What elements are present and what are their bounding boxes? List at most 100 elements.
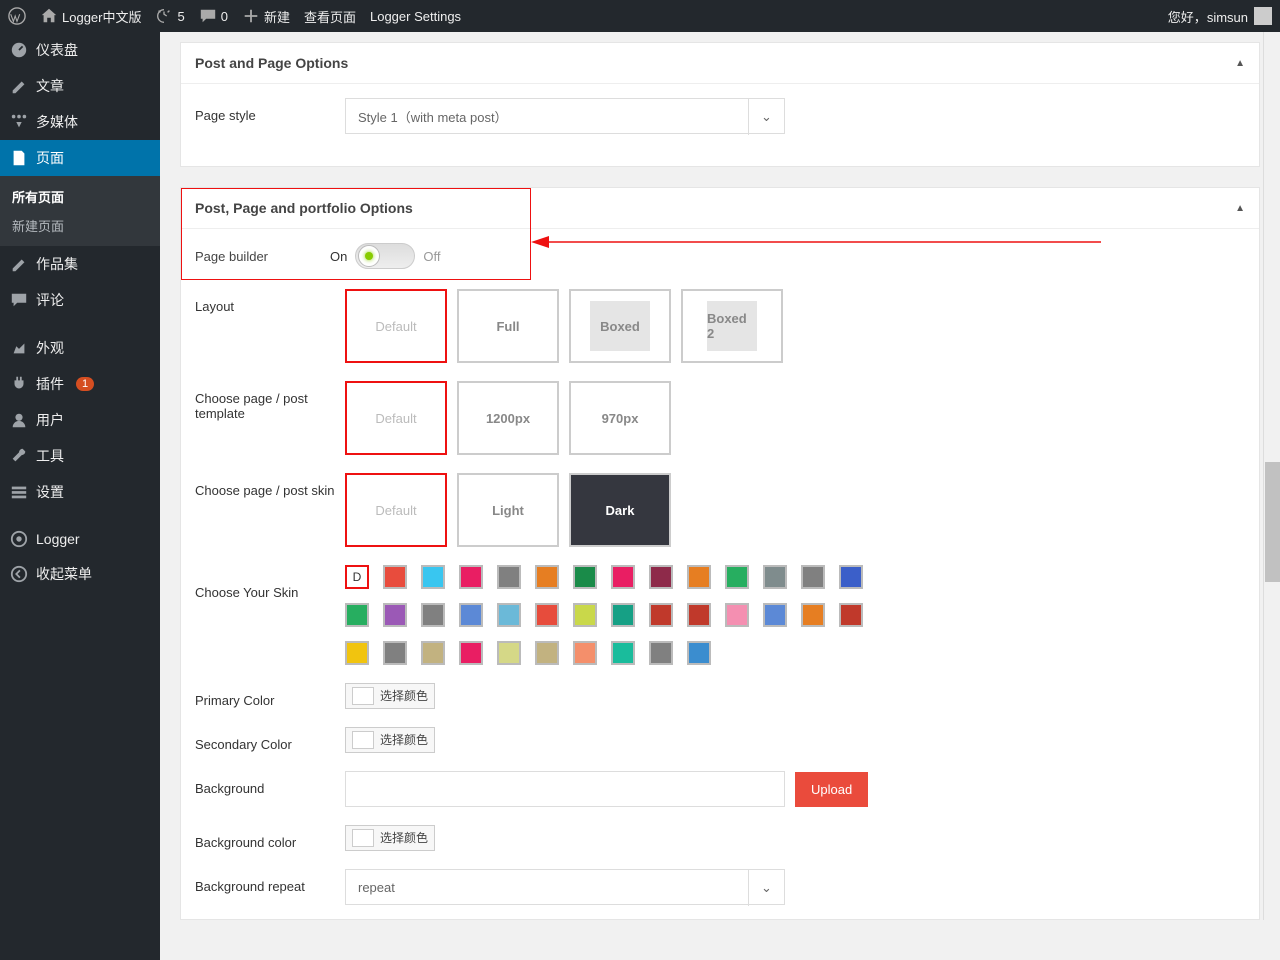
sidebar-item-dashboard[interactable]: 仪表盘 xyxy=(0,32,160,68)
skin-swatch-15[interactable] xyxy=(421,603,445,627)
template-opt-970[interactable]: 970px xyxy=(569,381,671,455)
greeting-text: 您好，simsun xyxy=(1168,7,1248,26)
sidebar-collapse[interactable]: 收起菜单 xyxy=(0,556,160,592)
template-opt-default[interactable]: Default xyxy=(345,381,447,455)
skin-swatch-4[interactable] xyxy=(535,565,559,589)
layout-opt-default[interactable]: Default xyxy=(345,289,447,363)
skin-swatch-30[interactable] xyxy=(459,641,483,665)
skin-swatch-32[interactable] xyxy=(535,641,559,665)
skin-swatch-1[interactable] xyxy=(421,565,445,589)
skin-swatch-31[interactable] xyxy=(497,641,521,665)
logger-settings-link[interactable]: Logger Settings xyxy=(370,9,461,24)
admin-sidebar: 仪表盘 文章 多媒体 页面 所有页面 新建页面 作品集 评论 外观 插件1 用户… xyxy=(0,32,160,960)
user-avatar-icon[interactable] xyxy=(1254,7,1272,25)
new-link[interactable]: 新建 xyxy=(242,7,290,26)
skin-swatches: D xyxy=(345,565,885,665)
skin-swatch-21[interactable] xyxy=(649,603,673,627)
sidebar-item-plugins[interactable]: 插件1 xyxy=(0,366,160,402)
skin-swatch-5[interactable] xyxy=(573,565,597,589)
collapse-icon: ▲ xyxy=(1235,58,1245,69)
skin-swatch-27[interactable] xyxy=(345,641,369,665)
panel1-header[interactable]: Post and Page Options ▲ xyxy=(181,43,1259,84)
skin-swatch-default[interactable]: D xyxy=(345,565,369,589)
sidebar-item-tools[interactable]: 工具 xyxy=(0,438,160,474)
toggle-off-text: Off xyxy=(423,249,440,264)
page-style-select[interactable]: Style 1（with meta post） ⌄ xyxy=(345,98,785,134)
skin-swatch-6[interactable] xyxy=(611,565,635,589)
skin-swatch-25[interactable] xyxy=(801,603,825,627)
skin-swatch-2[interactable] xyxy=(459,565,483,589)
skin-swatch-34[interactable] xyxy=(611,641,635,665)
skin-swatch-29[interactable] xyxy=(421,641,445,665)
site-link[interactable]: Logger中文版 xyxy=(40,7,141,26)
page-style-label: Page style xyxy=(195,98,345,123)
sidebar-item-appearance[interactable]: 外观 xyxy=(0,330,160,366)
skin-swatch-24[interactable] xyxy=(763,603,787,627)
skin-swatch-23[interactable] xyxy=(725,603,749,627)
panel-post-page-options: Post and Page Options ▲ Page style Style… xyxy=(180,42,1260,167)
sidebar-item-portfolio[interactable]: 作品集 xyxy=(0,246,160,282)
sidebar-subitem-all-pages[interactable]: 所有页面 xyxy=(0,182,160,211)
skin-opt-default[interactable]: Default xyxy=(345,473,447,547)
sidebar-item-posts[interactable]: 文章 xyxy=(0,68,160,104)
skin-swatch-7[interactable] xyxy=(649,565,673,589)
skin-swatch-11[interactable] xyxy=(801,565,825,589)
sidebar-item-comments[interactable]: 评论 xyxy=(0,282,160,318)
template-label: Choose page / post template xyxy=(195,381,345,421)
background-input[interactable] xyxy=(345,771,785,807)
sidebar-item-media[interactable]: 多媒体 xyxy=(0,104,160,140)
skin-swatch-20[interactable] xyxy=(611,603,635,627)
skin-swatch-18[interactable] xyxy=(535,603,559,627)
skin-swatch-16[interactable] xyxy=(459,603,483,627)
refresh-link[interactable]: 5 xyxy=(155,7,184,25)
choose-skin-label: Choose Your Skin xyxy=(195,565,345,600)
sidebar-item-users[interactable]: 用户 xyxy=(0,402,160,438)
skin-swatch-28[interactable] xyxy=(383,641,407,665)
scrollbar-thumb[interactable] xyxy=(1265,462,1280,582)
scrollbar-track[interactable] xyxy=(1263,32,1280,920)
skin-swatch-36[interactable] xyxy=(687,641,711,665)
secondary-color-label: Secondary Color xyxy=(195,727,345,752)
skin-swatch-9[interactable] xyxy=(725,565,749,589)
skin-swatch-17[interactable] xyxy=(497,603,521,627)
skin-opt-dark[interactable]: Dark xyxy=(569,473,671,547)
skin-swatch-12[interactable] xyxy=(839,565,863,589)
primary-color-button[interactable]: 选择颜色 xyxy=(345,683,435,709)
skin-swatch-3[interactable] xyxy=(497,565,521,589)
sidebar-item-pages[interactable]: 页面 xyxy=(0,140,160,176)
skin-label: Choose page / post skin xyxy=(195,473,345,498)
panel2-header[interactable]: Post, Page and portfolio Options ▲ xyxy=(181,188,1259,229)
site-name: Logger中文版 xyxy=(62,7,141,26)
page-builder-toggle[interactable] xyxy=(355,243,415,269)
secondary-color-button[interactable]: 选择颜色 xyxy=(345,727,435,753)
skin-swatch-26[interactable] xyxy=(839,603,863,627)
skin-opt-light[interactable]: Light xyxy=(457,473,559,547)
sidebar-pages-submenu: 所有页面 新建页面 xyxy=(0,176,160,246)
layout-opt-full[interactable]: Full xyxy=(457,289,559,363)
comments-link[interactable]: 0 xyxy=(199,7,228,25)
bg-color-button[interactable]: 选择颜色 xyxy=(345,825,435,851)
skin-swatch-14[interactable] xyxy=(383,603,407,627)
template-opt-1200[interactable]: 1200px xyxy=(457,381,559,455)
upload-button[interactable]: Upload xyxy=(795,772,868,807)
bg-repeat-select[interactable]: repeat ⌄ xyxy=(345,869,785,905)
skin-swatch-8[interactable] xyxy=(687,565,711,589)
sidebar-item-logger[interactable]: Logger xyxy=(0,522,160,556)
skin-swatch-0[interactable] xyxy=(383,565,407,589)
panel-portfolio-options: Post, Page and portfolio Options ▲ Page … xyxy=(180,187,1260,920)
layout-opt-boxed2[interactable]: Boxed 2 xyxy=(681,289,783,363)
skin-swatch-10[interactable] xyxy=(763,565,787,589)
chevron-down-icon: ⌄ xyxy=(748,870,784,906)
layout-opt-boxed[interactable]: Boxed xyxy=(569,289,671,363)
sidebar-item-settings[interactable]: 设置 xyxy=(0,474,160,510)
skin-swatch-13[interactable] xyxy=(345,603,369,627)
wp-logo-icon[interactable] xyxy=(8,7,26,25)
main-content: Post and Page Options ▲ Page style Style… xyxy=(160,32,1280,960)
skin-swatch-35[interactable] xyxy=(649,641,673,665)
skin-swatch-19[interactable] xyxy=(573,603,597,627)
sidebar-subitem-new-page[interactable]: 新建页面 xyxy=(0,211,160,240)
skin-swatch-22[interactable] xyxy=(687,603,711,627)
panel1-title: Post and Page Options xyxy=(195,55,348,71)
skin-swatch-33[interactable] xyxy=(573,641,597,665)
view-page-link[interactable]: 查看页面 xyxy=(304,7,356,26)
